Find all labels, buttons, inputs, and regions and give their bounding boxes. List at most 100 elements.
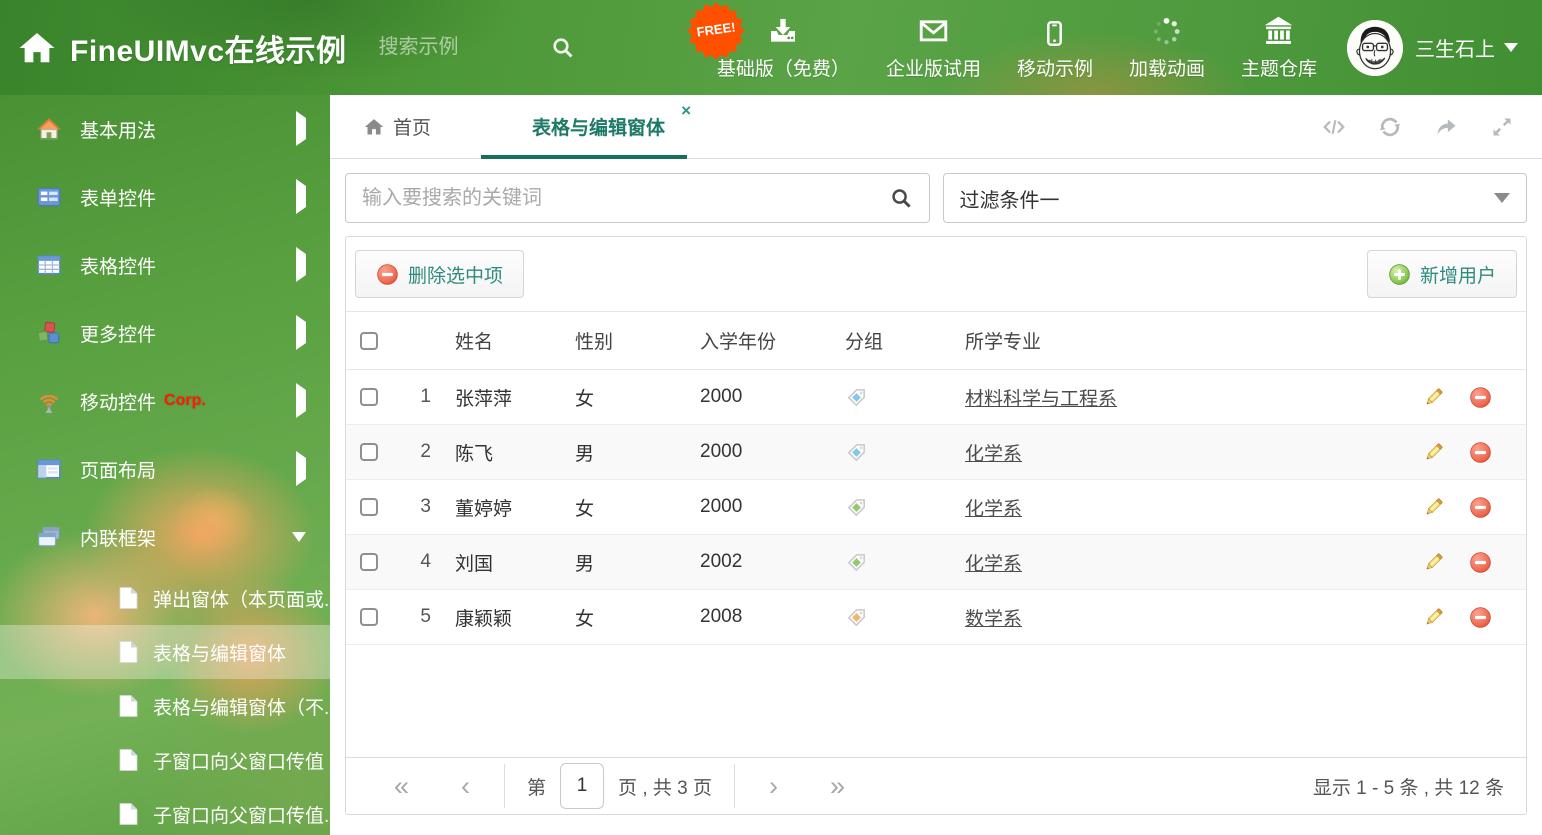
- table-row: 5 康颖颖 女 2008 数学系: [346, 590, 1526, 645]
- filter-dropdown[interactable]: 过滤条件一: [942, 173, 1527, 223]
- header-nav-item[interactable]: 主题仓库: [1241, 15, 1317, 81]
- sidebar-subitem[interactable]: 表格与编辑窗体（不...: [0, 679, 330, 733]
- column-header-year[interactable]: 入学年份: [690, 327, 835, 354]
- chevron-icon: [296, 179, 306, 214]
- cell-name: 陈飞: [455, 443, 494, 465]
- major-link[interactable]: 化学系: [965, 439, 1022, 466]
- source-code-icon[interactable]: [1322, 115, 1346, 139]
- minus-circle-icon: [376, 263, 399, 286]
- delete-icon[interactable]: [1469, 606, 1492, 629]
- search-icon[interactable]: [551, 36, 575, 60]
- sidebar-subitem-label: 子窗口向父窗口传值...: [153, 805, 330, 827]
- sidebar-item[interactable]: 内联框架: [0, 503, 330, 571]
- sidebar-subitem-label: 弹出窗体（本页面或...: [153, 589, 330, 611]
- user-menu[interactable]: 三生石上: [1415, 33, 1518, 62]
- chevron-down-icon: [1494, 193, 1510, 203]
- file-icon: [118, 640, 139, 664]
- sidebar-item[interactable]: 表单控件: [0, 163, 330, 231]
- tab[interactable]: 表格与编辑窗体 ×: [481, 95, 691, 159]
- edit-icon[interactable]: [1422, 551, 1445, 574]
- edit-icon[interactable]: [1422, 606, 1445, 629]
- header-nav-label: 企业版试用: [885, 58, 981, 80]
- sidebar-subitem[interactable]: 子窗口向父窗口传值...: [0, 787, 330, 835]
- header-nav-item[interactable]: 企业版试用: [886, 15, 981, 81]
- row-checkbox[interactable]: [360, 498, 378, 516]
- major-link[interactable]: 化学系: [965, 549, 1022, 576]
- edit-icon[interactable]: [1422, 386, 1445, 409]
- major-link[interactable]: 材料科学与工程系: [965, 384, 1117, 411]
- major-link[interactable]: 化学系: [965, 494, 1022, 521]
- cell-year: 2002: [700, 551, 743, 572]
- grid-toolbar: 删除选中项 新增用户: [346, 237, 1526, 312]
- sidebar-subitem[interactable]: 子窗口向父窗口传值: [0, 733, 330, 787]
- row-checkbox[interactable]: [360, 608, 378, 626]
- page-number-input[interactable]: [560, 763, 605, 809]
- row-number: 2: [420, 441, 431, 462]
- expand-icon[interactable]: [1490, 115, 1514, 139]
- last-page-button[interactable]: »: [804, 772, 871, 800]
- prev-page-button[interactable]: ‹: [435, 772, 496, 800]
- column-header-major[interactable]: 所学专业: [955, 327, 1394, 354]
- home-logo-icon[interactable]: [18, 29, 56, 67]
- add-user-button[interactable]: 新增用户: [1366, 250, 1517, 298]
- delete-icon[interactable]: [1469, 496, 1492, 519]
- table-header: 姓名 性别 入学年份 分组 所学专业: [346, 312, 1526, 370]
- sidebar-item-label: 表格控件: [80, 256, 157, 278]
- select-all-checkbox[interactable]: [360, 331, 378, 350]
- free-badge: FREE!: [687, 2, 745, 60]
- sidebar-item[interactable]: 基本用法: [0, 95, 330, 163]
- cell-gender: 男: [575, 443, 595, 465]
- next-page-button[interactable]: ›: [743, 772, 804, 800]
- sidebar-item-label: 更多控件: [80, 324, 157, 346]
- delete-icon[interactable]: [1469, 551, 1492, 574]
- grid-icon: [36, 252, 62, 278]
- sidebar-item[interactable]: 页面布局: [0, 435, 330, 503]
- column-header-name[interactable]: 姓名: [445, 327, 565, 354]
- keyword-search-input[interactable]: [362, 186, 890, 210]
- tab[interactable]: 首页: [360, 95, 435, 158]
- app-header: FineUIMvc在线示例 FREE! 基础版（免费） 企业版试用: [0, 0, 1542, 95]
- avatar[interactable]: [1347, 19, 1403, 76]
- sidebar-subitem[interactable]: 表格与编辑窗体: [0, 625, 330, 679]
- column-header-group[interactable]: 分组: [835, 327, 955, 354]
- tab-label: 首页: [393, 118, 432, 139]
- row-checkbox[interactable]: [360, 443, 378, 461]
- refresh-icon[interactable]: [1378, 115, 1402, 139]
- header-search-input[interactable]: [378, 36, 537, 59]
- content: 过滤条件一 删除选中项 新增用户: [330, 159, 1542, 815]
- sidebar-subitem[interactable]: 弹出窗体（本页面或...: [0, 571, 330, 625]
- sidebar-item-label: 页面布局: [80, 460, 157, 482]
- row-checkbox[interactable]: [360, 388, 378, 406]
- major-link[interactable]: 数学系: [965, 604, 1022, 631]
- user-box: 三生石上: [1347, 19, 1518, 76]
- table-row: 3 董婷婷 女 2000 化学系: [346, 480, 1526, 535]
- cell-gender: 女: [575, 608, 595, 630]
- sidebar-item[interactable]: 表格控件: [0, 231, 330, 299]
- sidebar-item[interactable]: 移动控件 Corp.: [0, 367, 330, 435]
- share-icon[interactable]: [1434, 115, 1458, 139]
- app-title: FineUIMvc在线示例: [70, 34, 347, 68]
- sidebar-subitem-label: 表格与编辑窗体: [153, 643, 287, 665]
- delete-icon[interactable]: [1469, 386, 1492, 409]
- row-number: 1: [420, 386, 431, 407]
- chevron-icon: [292, 532, 306, 542]
- bank-icon: [1262, 15, 1295, 47]
- header-nav-item[interactable]: 移动示例: [1017, 15, 1093, 81]
- tab-close-icon[interactable]: ×: [681, 102, 691, 119]
- header-nav-item[interactable]: 加载动画: [1129, 15, 1205, 81]
- header-nav-label: 加载动画: [1128, 58, 1205, 80]
- delete-selected-button[interactable]: 删除选中项: [355, 250, 525, 298]
- tag-icon: [845, 551, 868, 574]
- search-icon[interactable]: [890, 187, 913, 210]
- cell-name: 张萍萍: [455, 388, 513, 410]
- sidebar: 基本用法 表单控件 表格控件 更多控件 移动控件 Corp. 页面布局 内联框架…: [0, 95, 330, 835]
- home-color-icon: [36, 116, 62, 142]
- cubes-icon: [36, 320, 62, 346]
- row-checkbox[interactable]: [360, 553, 378, 571]
- sidebar-item[interactable]: 更多控件: [0, 299, 330, 367]
- column-header-gender[interactable]: 性别: [565, 327, 690, 354]
- edit-icon[interactable]: [1422, 441, 1445, 464]
- first-page-button[interactable]: «: [368, 772, 435, 800]
- delete-icon[interactable]: [1469, 441, 1492, 464]
- edit-icon[interactable]: [1422, 496, 1445, 519]
